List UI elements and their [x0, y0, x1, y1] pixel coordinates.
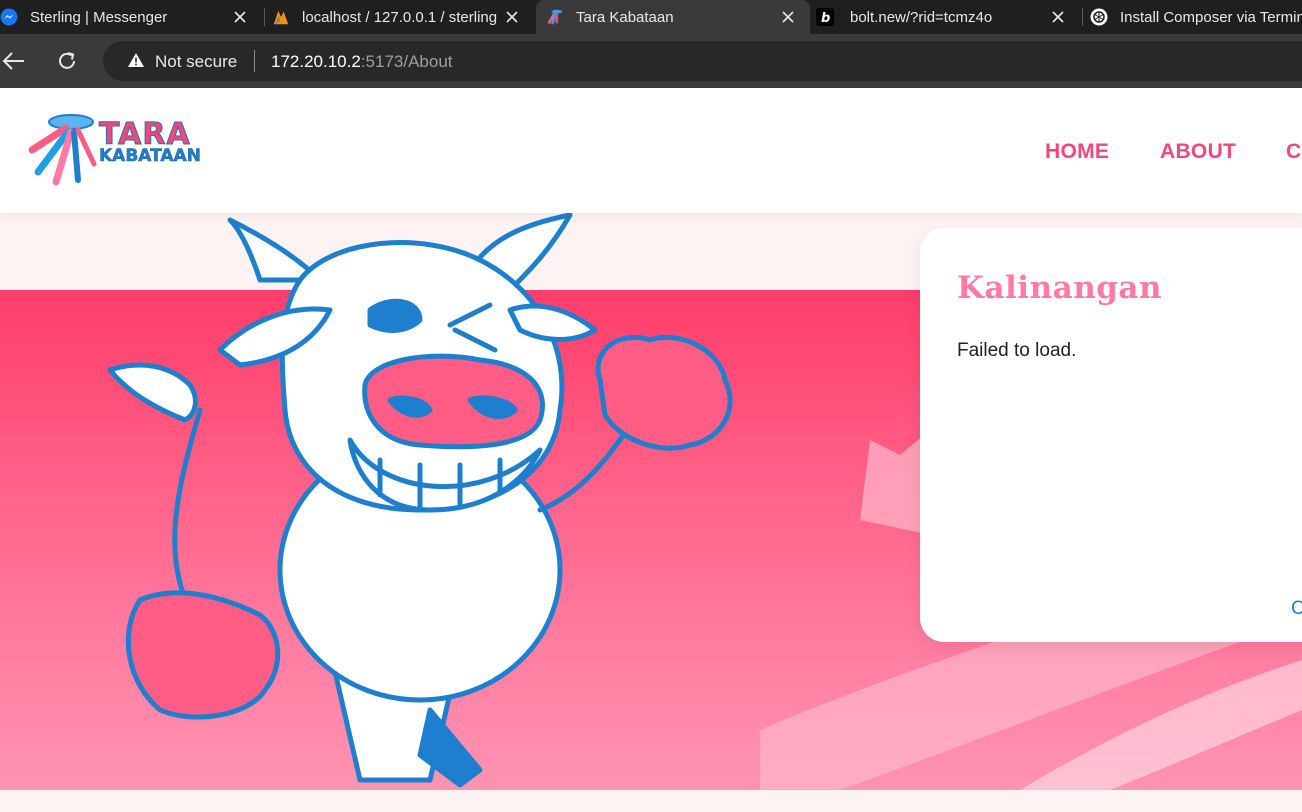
messenger-icon	[0, 8, 18, 26]
close-icon[interactable]	[504, 9, 520, 25]
browser-tab-messenger[interactable]: Sterling | Messenger	[0, 0, 262, 34]
security-label[interactable]: Not secure	[155, 52, 237, 72]
tab-title: Tara Kabataan	[576, 8, 674, 26]
error-message: Failed to load.	[957, 340, 1077, 361]
close-icon[interactable]	[780, 9, 796, 25]
browser-tab-strip: Sterling | Messenger localhost / 127.0.0…	[0, 0, 1302, 34]
back-arrow-icon	[2, 52, 24, 70]
tab-title: Install Composer via Termin	[1120, 8, 1302, 26]
tab-separator	[264, 8, 265, 26]
phpmyadmin-icon	[272, 8, 290, 26]
browser-tab-tara-kabataan[interactable]: Tara Kabataan	[536, 0, 810, 34]
card-link[interactable]: C	[1291, 598, 1302, 620]
browser-tab-phpmyadmin[interactable]: localhost / 127.0.0.1 / sterling	[272, 0, 534, 34]
warning-icon[interactable]	[127, 52, 145, 73]
nav-home[interactable]: HOME	[1045, 140, 1109, 164]
url-path: :5173/About	[360, 52, 453, 71]
logo-text-kabataan: KABATAAN	[99, 146, 201, 166]
page-viewport: TARA KABATAAN HOME ABOUT CO Kalinangan F…	[0, 88, 1302, 812]
svg-text:b: b	[821, 11, 830, 26]
logo-wordmark: TARA KABATAAN	[99, 119, 202, 166]
tara-kabataan-icon	[546, 8, 564, 26]
nav-contact[interactable]: CO	[1286, 140, 1302, 164]
back-button[interactable]	[0, 47, 28, 75]
close-icon[interactable]	[1050, 9, 1066, 25]
browser-toolbar: Not secure 172.20.10.2:5173/About	[0, 34, 1302, 88]
content-card: Kalinangan Failed to load. C	[920, 228, 1302, 642]
omnibox-divider	[254, 50, 255, 72]
address-bar[interactable]: Not secure 172.20.10.2:5173/About	[103, 41, 1302, 81]
reload-icon	[59, 52, 75, 69]
bolt-icon: b	[816, 8, 834, 26]
tab-title: Sterling | Messenger	[30, 8, 168, 26]
browser-tab-composer[interactable]: Install Composer via Termin	[1090, 0, 1302, 34]
hero-bottom-strip	[0, 790, 1302, 812]
url-host: 172.20.10.2	[271, 52, 361, 71]
card-title: Kalinangan	[957, 270, 1163, 306]
cow-mascot-illustration	[107, 212, 733, 788]
tab-title: localhost / 127.0.0.1 / sterling	[302, 8, 498, 26]
url-text[interactable]: 172.20.10.2:5173/About	[271, 52, 453, 72]
reload-button[interactable]	[53, 47, 81, 75]
site-header: TARA KABATAAN HOME ABOUT CO	[0, 88, 1302, 213]
openai-icon	[1090, 8, 1108, 26]
browser-tab-bolt[interactable]: b bolt.new/?rid=tcmz4o	[816, 0, 1080, 34]
site-logo[interactable]: TARA KABATAAN	[24, 110, 206, 188]
tab-title: bolt.new/?rid=tcmz4o	[850, 8, 993, 26]
tab-separator	[1082, 8, 1083, 26]
close-icon[interactable]	[232, 9, 248, 25]
nav-about[interactable]: ABOUT	[1160, 140, 1236, 164]
